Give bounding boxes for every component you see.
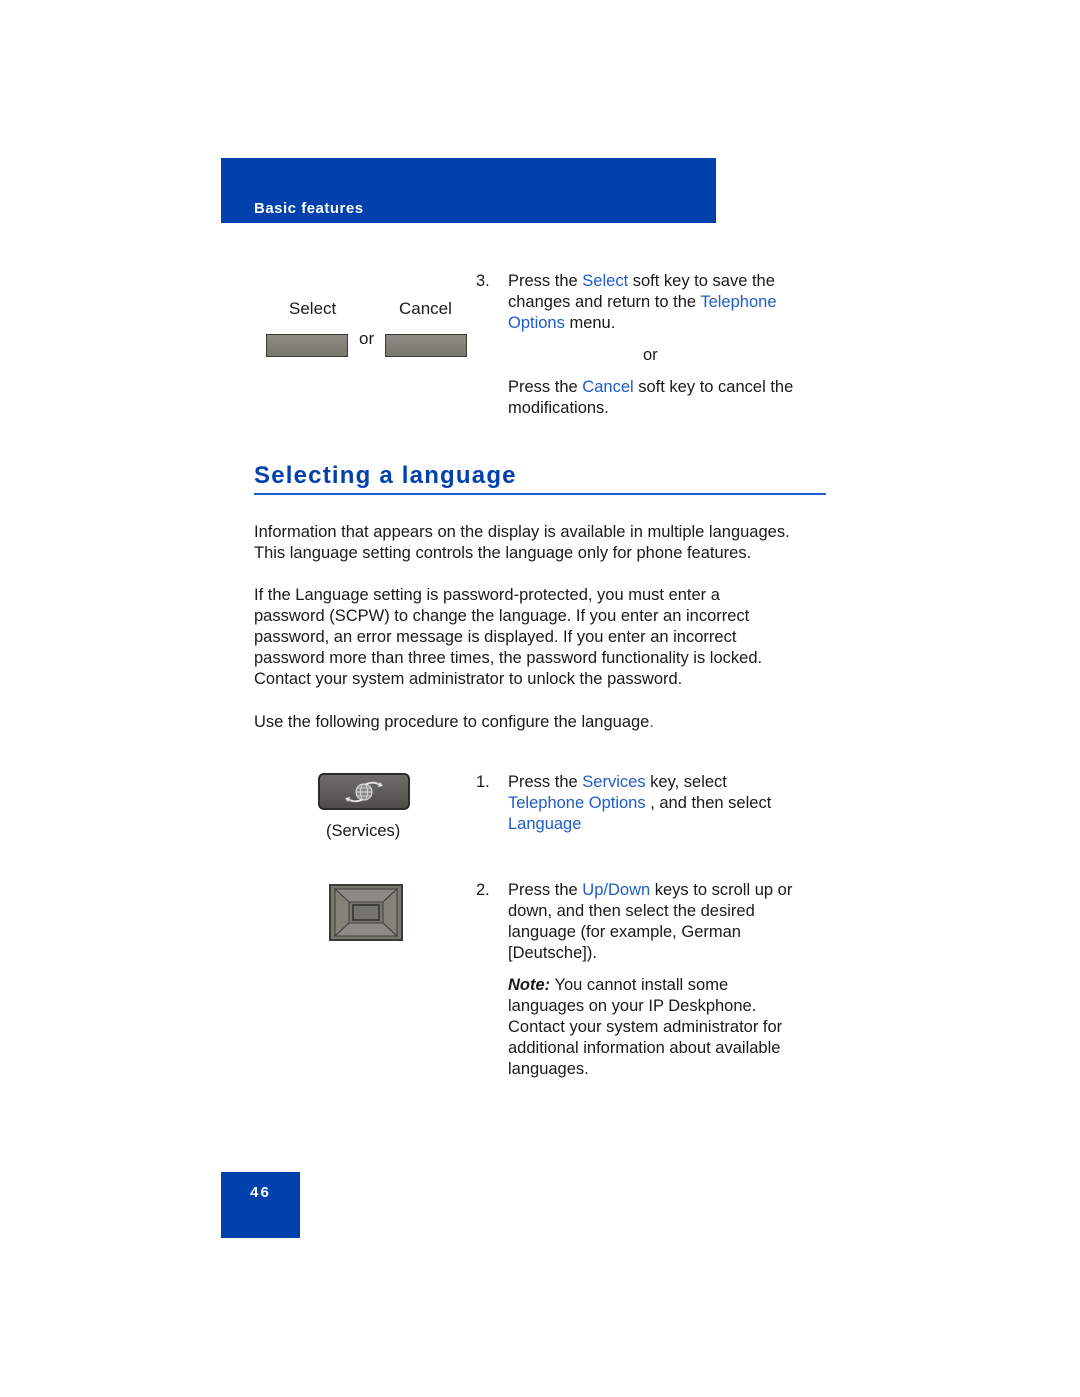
step-2: 2. Press the Up/Down keys to scroll up o… bbox=[476, 880, 836, 970]
procedure-intro: Use the following procedure to configure… bbox=[254, 712, 834, 733]
services-key-icon bbox=[318, 773, 410, 810]
text: down, and then select the desired bbox=[508, 902, 755, 920]
section-header-title: Basic features bbox=[254, 200, 364, 217]
text: menu. bbox=[564, 314, 616, 332]
text: Contact your system administrator to unl… bbox=[254, 670, 683, 688]
options-link: Options bbox=[508, 314, 565, 332]
text: password (SCPW) to change the language. … bbox=[254, 607, 750, 625]
page-number-box: 46 bbox=[221, 1172, 300, 1238]
telephone-options-link: Telephone Options bbox=[508, 794, 646, 812]
telephone-link: Telephone bbox=[700, 293, 777, 311]
cancel-link: Cancel bbox=[582, 378, 634, 396]
cancel-key-label: Cancel bbox=[399, 299, 452, 318]
text: Press the bbox=[508, 773, 583, 791]
section-title: Selecting a language bbox=[254, 462, 517, 489]
text: Contact your system administrator for bbox=[508, 1018, 783, 1036]
or-separator: or bbox=[643, 346, 658, 364]
step-1: 1. Press the Services key, select Teleph… bbox=[476, 772, 836, 842]
step-number: 1. bbox=[476, 773, 490, 791]
text: modifications. bbox=[508, 399, 609, 417]
text: This language setting controls the langu… bbox=[254, 544, 752, 562]
up-down-link: Up/Down bbox=[582, 881, 651, 899]
language-link: Language bbox=[508, 815, 582, 833]
note: Note: You cannot install some languages … bbox=[508, 975, 838, 1080]
text: Press the bbox=[508, 272, 583, 290]
text: additional information about available bbox=[508, 1039, 781, 1057]
text: languages. bbox=[508, 1060, 589, 1078]
up-down-keys-icon bbox=[333, 887, 399, 938]
password-paragraph: If the Language setting is password-prot… bbox=[254, 585, 834, 690]
text: changes and return to the bbox=[508, 293, 701, 311]
intro-paragraph: Information that appears on the display … bbox=[254, 522, 834, 564]
note-label: Note: bbox=[508, 976, 551, 994]
step-text: Press the Services key, select Telephone… bbox=[508, 772, 838, 835]
text: password more than three times, the pass… bbox=[254, 649, 763, 667]
header-band: Basic features bbox=[221, 158, 716, 223]
text: Information that appears on the display … bbox=[254, 523, 790, 541]
text: . bbox=[649, 713, 654, 731]
page-number: 46 bbox=[250, 1184, 271, 1201]
text: Press the bbox=[508, 881, 583, 899]
select-softkey-icon bbox=[266, 334, 348, 357]
select-link: Select bbox=[582, 272, 629, 290]
navigation-cluster-icon bbox=[329, 884, 403, 941]
text: Use the following procedure to configure… bbox=[254, 713, 650, 731]
step-3: 3. Press the Select soft key to save the… bbox=[476, 271, 836, 421]
step-text: Press the Select soft key to save the ch… bbox=[508, 271, 838, 419]
services-globe-icon bbox=[345, 781, 383, 802]
text: language (for example, German bbox=[508, 923, 741, 941]
text: key, select bbox=[645, 773, 727, 791]
section-divider bbox=[254, 493, 826, 495]
services-caption: (Services) bbox=[326, 822, 401, 840]
select-key-label: Select bbox=[289, 299, 337, 318]
text: soft key to save the bbox=[628, 272, 775, 290]
text: Press the bbox=[508, 378, 583, 396]
step-number: 3. bbox=[476, 272, 490, 290]
step-number: 2. bbox=[476, 881, 490, 899]
text: languages on your IP Deskphone. bbox=[508, 997, 757, 1015]
text: keys to scroll up or bbox=[650, 881, 793, 899]
text: [Deutsche]). bbox=[508, 944, 597, 962]
text: , and then select bbox=[645, 794, 772, 812]
text: password, an error message is displayed.… bbox=[254, 628, 737, 646]
step-text: Press the Up/Down keys to scroll up or d… bbox=[508, 880, 838, 964]
cancel-softkey-icon bbox=[385, 334, 467, 357]
services-link: Services bbox=[582, 773, 646, 791]
text: You cannot install some bbox=[550, 976, 729, 994]
softkey-or-label: or bbox=[359, 329, 375, 348]
text: If the Language setting is password-prot… bbox=[254, 586, 720, 604]
text: soft key to cancel the bbox=[633, 378, 794, 396]
